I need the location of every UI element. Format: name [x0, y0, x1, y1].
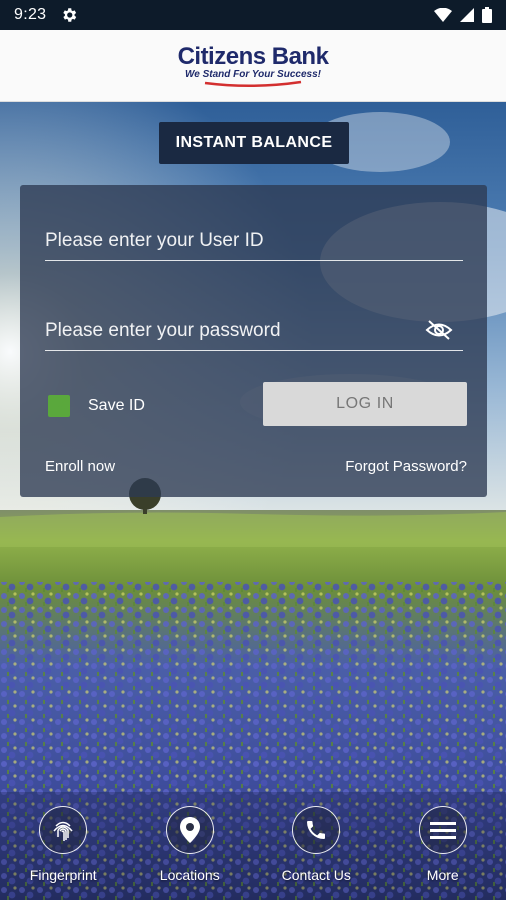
nav-locations-circle[interactable] [165, 806, 214, 854]
forgot-password-link[interactable]: Forgot Password? [345, 458, 467, 475]
app-header: Citizens Bank We Stand For Your Success! [0, 30, 506, 102]
eye-off-icon[interactable] [425, 319, 453, 341]
enroll-now-link[interactable]: Enroll now [45, 458, 115, 475]
nav-more-circle[interactable] [418, 806, 467, 854]
checkmark-icon [52, 400, 66, 412]
nav-item-fingerprint[interactable]: Fingerprint [0, 790, 127, 900]
nav-label-contact: Contact Us [281, 867, 351, 883]
nav-label-more: More [426, 867, 459, 883]
wifi-icon [434, 8, 452, 22]
nav-contact-circle[interactable] [292, 806, 341, 854]
logo-swoosh [204, 80, 302, 87]
phone-icon [307, 821, 326, 839]
nav-label-locations: Locations [159, 867, 220, 883]
signal-icon [460, 8, 474, 22]
save-id-checkbox[interactable] [48, 395, 70, 417]
gear-icon [63, 8, 77, 22]
logo-brand-name: Citizens Bank [177, 43, 329, 70]
status-bar: 9:23 [0, 0, 506, 30]
instant-balance-button[interactable]: INSTANT BALANCE [159, 122, 349, 164]
bottom-nav: Fingerprint Locations Contact Us More [0, 790, 506, 900]
nav-label-fingerprint: Fingerprint [29, 867, 97, 883]
battery-icon [482, 7, 492, 23]
fingerprint-icon [53, 821, 73, 841]
login-button[interactable]: LOG IN [263, 382, 467, 426]
save-id-toggle[interactable]: Save ID [48, 395, 145, 417]
nav-item-more[interactable]: More [380, 790, 506, 900]
user-id-field [45, 221, 463, 261]
bank-logo: Citizens Bank We Stand For Your Success! [178, 43, 329, 88]
nav-item-locations[interactable]: Locations [127, 790, 254, 900]
login-card: Save ID LOG IN Enroll now Forgot Passwor… [20, 185, 487, 497]
logo-tagline: We Stand For Your Success! [185, 69, 321, 80]
password-input[interactable] [45, 311, 463, 350]
location-pin-icon [179, 817, 200, 843]
nav-item-contact[interactable]: Contact Us [253, 790, 380, 900]
status-time: 9:23 [14, 6, 47, 23]
nav-fingerprint-circle[interactable] [39, 806, 88, 854]
password-field [45, 311, 463, 351]
menu-icon [429, 822, 456, 839]
save-id-label: Save ID [88, 397, 145, 414]
user-id-input[interactable] [45, 221, 463, 260]
